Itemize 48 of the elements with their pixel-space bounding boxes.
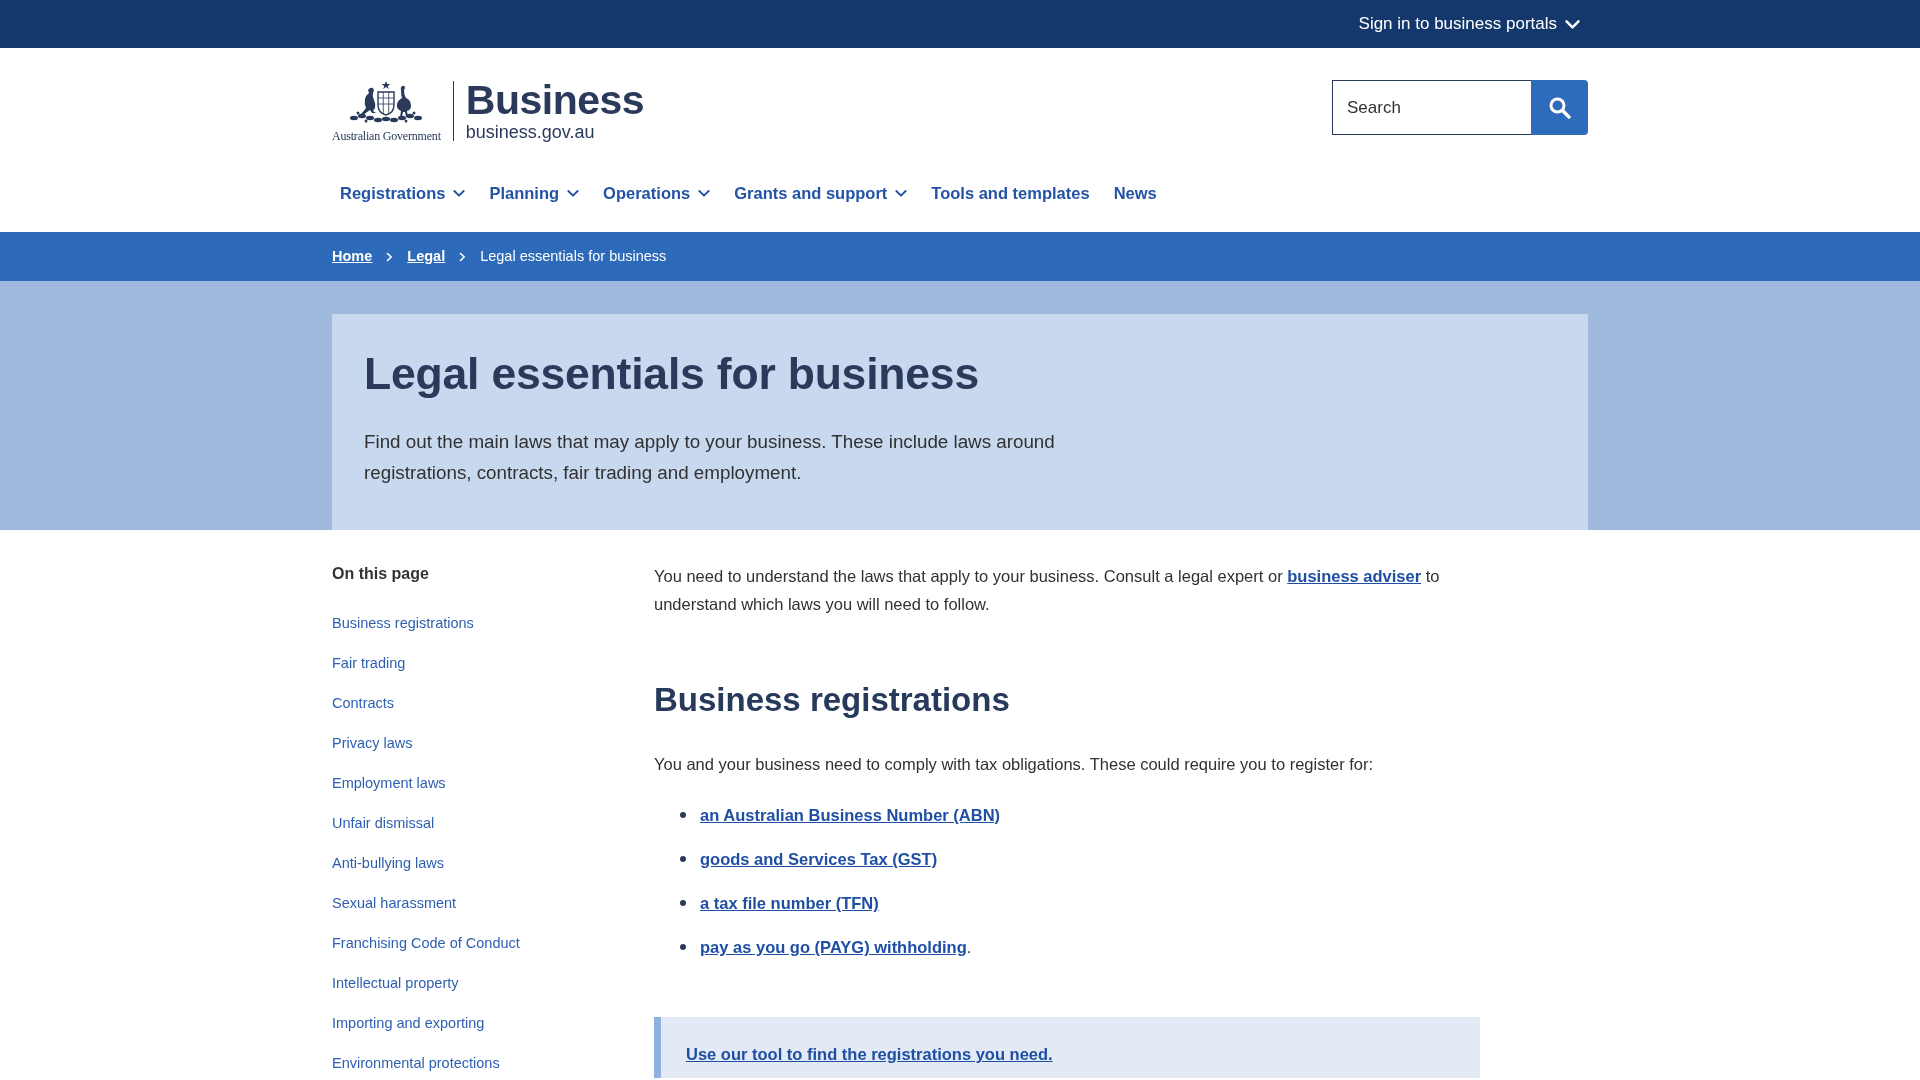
bullet-icon: [680, 856, 686, 862]
bullet-icon: [680, 900, 686, 906]
site-domain: business.gov.au: [465, 122, 596, 142]
sidebar-heading: On this page: [332, 564, 430, 584]
sidebar-link[interactable]: Fair trading: [332, 651, 406, 675]
search-icon: [1548, 96, 1571, 119]
chevron-right-icon: [459, 251, 467, 262]
agency-name: Australian Government: [332, 130, 441, 142]
portals-menu-button[interactable]: Sign in to business portals: [1352, 0, 1588, 48]
sidebar-link[interactable]: Anti-bullying laws: [332, 851, 445, 875]
sidebar-link[interactable]: Privacy laws: [332, 731, 413, 755]
sidebar-link[interactable]: Franchising Code of Conduct: [332, 931, 520, 955]
nav-link[interactable]: Grants and support: [734, 173, 908, 213]
bullet-icon: [680, 944, 686, 950]
sidebar-link[interactable]: Unfair dismissal: [332, 811, 435, 835]
section-paragraph: You and your business need to comply with tax obligations. These could require you to register for:: [654, 754, 1375, 775]
site-title: Business: [465, 80, 645, 120]
section-heading: Business registrations: [654, 680, 1011, 720]
sidebar-link[interactable]: Employment laws: [332, 771, 446, 795]
sidebar-link[interactable]: Importing and exporting: [332, 1011, 485, 1035]
list-link[interactable]: a tax file number (TFN): [700, 889, 879, 917]
sidebar-link[interactable]: Intellectual property: [332, 971, 459, 995]
chevron-down-icon: [1565, 19, 1580, 29]
sidebar-link[interactable]: Environmental protections: [332, 1051, 500, 1075]
list-link[interactable]: goods and Services Tax (GST): [700, 845, 938, 873]
breadcrumb-link[interactable]: Legal: [407, 245, 446, 268]
intro-paragraph: You need to understand the laws that apply to your business. Consult a legal expert or business adviser to understand which laws you will need to follow.: [654, 566, 1441, 615]
bullet-icon: [680, 812, 686, 818]
nav-link[interactable]: Operations: [603, 173, 711, 213]
breadcrumb-link[interactable]: Home: [332, 245, 373, 268]
nav-link[interactable]: Planning: [489, 173, 580, 213]
inline-link[interactable]: business adviser: [1287, 567, 1422, 585]
nav-link[interactable]: Registrations: [340, 173, 466, 213]
page-title: Legal essentials for business: [364, 348, 980, 400]
search-field[interactable]: Search: [1332, 80, 1531, 135]
sidebar-link[interactable]: Sexual harassment: [332, 891, 457, 915]
list-link[interactable]: an Australian Business Number (ABN): [700, 801, 1001, 829]
intro-text: Find out the main laws that may apply to your business. These include laws around registrations, contracts, fair trading and employment.: [364, 430, 1056, 485]
breadcrumb-current: Legal essentials for business: [480, 246, 667, 266]
sidebar-link[interactable]: Contracts: [332, 691, 395, 715]
nav-link[interactable]: News: [1113, 173, 1157, 213]
sidebar-link[interactable]: Business registrations: [332, 611, 474, 635]
search-button[interactable]: [1531, 80, 1588, 135]
list-item-text: pay as you go (PAYG) withholding.: [700, 937, 972, 958]
nav-link[interactable]: Tools and templates: [931, 173, 1090, 213]
callout-link[interactable]: Use our tool to find the registrations you need.: [686, 1045, 1053, 1063]
chevron-right-icon: [386, 251, 394, 262]
list-link[interactable]: pay as you go (PAYG) withholding: [700, 938, 967, 956]
